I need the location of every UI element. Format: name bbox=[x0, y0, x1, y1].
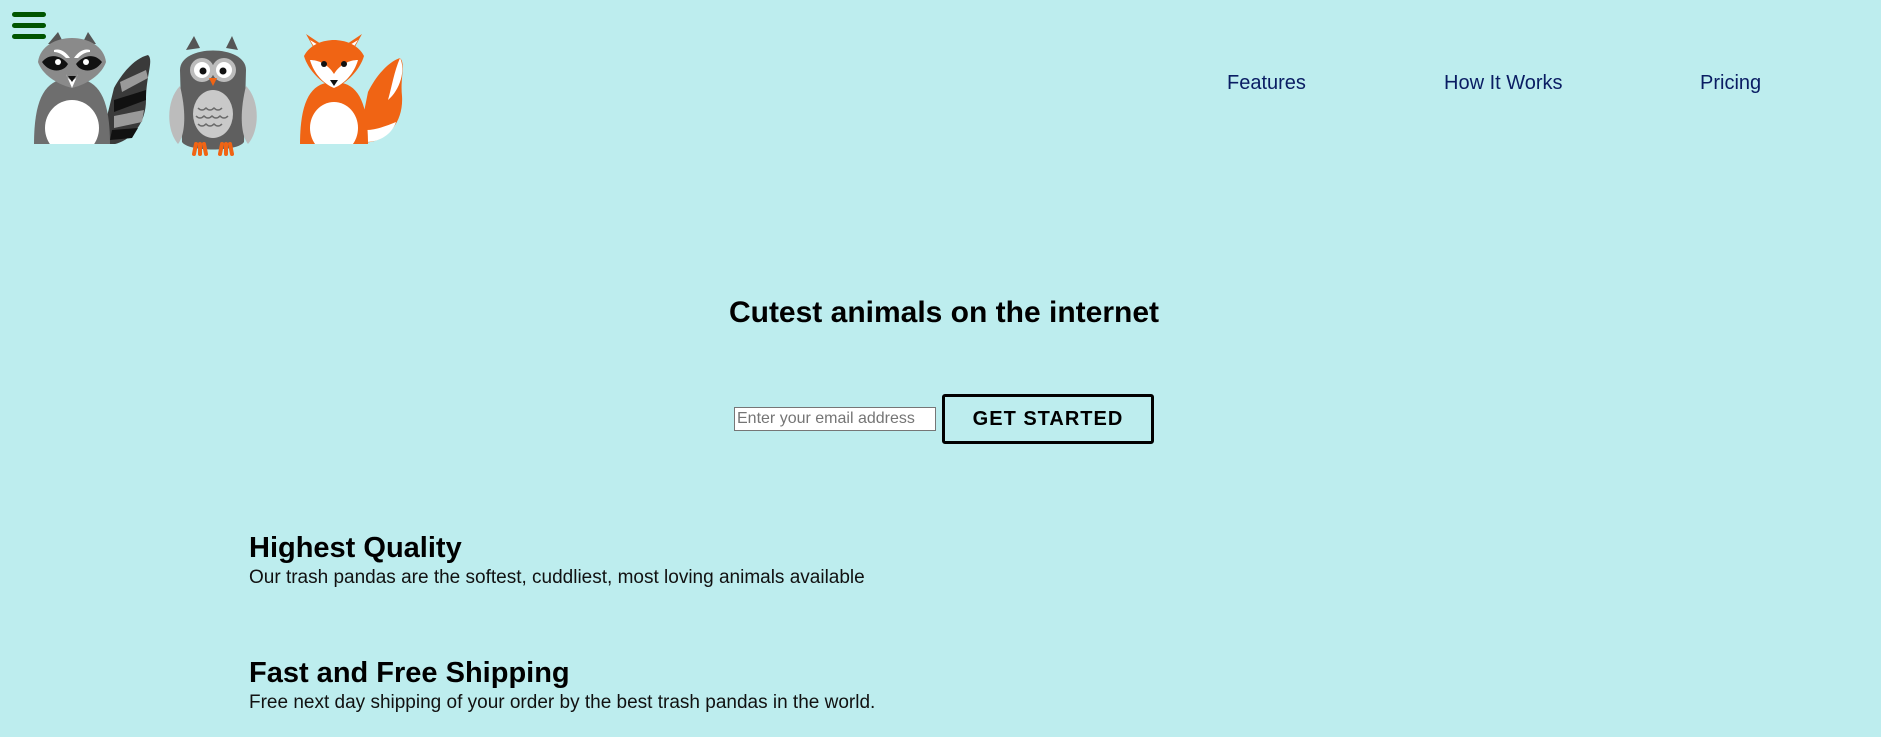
nav-link-how-it-works[interactable]: How It Works bbox=[1444, 72, 1563, 95]
fox-icon bbox=[296, 34, 413, 158]
hamburger-bar bbox=[12, 12, 46, 17]
get-started-button[interactable]: GET STARTED bbox=[942, 394, 1154, 444]
email-input[interactable] bbox=[734, 407, 936, 431]
feature-fast-free-shipping: Fast and Free Shipping Free next day shi… bbox=[249, 655, 875, 715]
nav-link-pricing[interactable]: Pricing bbox=[1700, 72, 1761, 95]
hamburger-icon[interactable] bbox=[12, 12, 46, 40]
hamburger-bar bbox=[12, 34, 46, 39]
hero-title: Cutest animals on the internet bbox=[728, 296, 1160, 329]
main-nav: Features How It Works Pricing bbox=[0, 72, 1881, 96]
nav-link-features[interactable]: Features bbox=[1227, 72, 1306, 95]
feature-highest-quality: Highest Quality Our trash pandas are the… bbox=[249, 530, 865, 590]
feature-title: Fast and Free Shipping bbox=[249, 657, 570, 689]
feature-text: Free next day shipping of your order by … bbox=[249, 692, 876, 713]
feature-title: Highest Quality bbox=[249, 532, 462, 564]
feature-text: Our trash pandas are the softest, cuddli… bbox=[249, 567, 865, 588]
signup-form: GET STARTED bbox=[734, 394, 1154, 444]
hamburger-bar bbox=[12, 23, 46, 28]
